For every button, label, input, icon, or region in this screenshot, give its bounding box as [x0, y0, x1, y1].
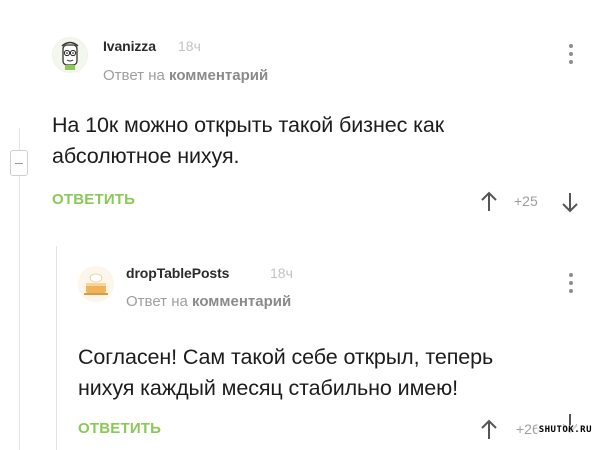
reply-thread-line	[56, 246, 57, 450]
comment-body: На 10к можно открыть такой бизнес как аб…	[52, 110, 444, 172]
avatar-cake-icon	[79, 267, 113, 301]
comment-rating: +25	[514, 193, 538, 209]
reply-button[interactable]: ОТВЕТИТЬ	[78, 420, 161, 437]
reply-prefix: Ответ на	[126, 293, 188, 310]
watermark: SHUTOK.RU	[536, 425, 594, 435]
reply-target-link[interactable]: комментарий	[192, 293, 291, 310]
comment-author[interactable]: Ivanizza	[103, 38, 156, 54]
comment-time: 18ч	[270, 265, 293, 281]
comment-author[interactable]: dropTablePosts	[126, 265, 229, 281]
comment-time: 18ч	[178, 38, 201, 54]
comment-line: На 10к можно открыть такой бизнес как	[52, 113, 445, 137]
reply-to-line: Ответ на комментарий	[103, 67, 268, 84]
reply-target-link[interactable]: комментарий	[169, 67, 268, 84]
reply-prefix: Ответ на	[103, 67, 165, 84]
more-options-icon[interactable]	[568, 44, 574, 68]
avatar-face-icon	[53, 38, 87, 72]
user-avatar[interactable]	[78, 266, 114, 302]
downvote-arrow-icon[interactable]	[560, 191, 580, 213]
collapse-thread-button[interactable]	[10, 150, 28, 176]
comment-line: абсолютное нихуя.	[52, 144, 240, 168]
reply-button[interactable]: ОТВЕТИТЬ	[52, 191, 135, 208]
more-options-icon[interactable]	[568, 273, 574, 297]
comment-line: нихуя каждый месяц стабильно имею!	[78, 376, 459, 400]
upvote-arrow-icon[interactable]	[479, 419, 499, 441]
comment-thread-line	[19, 128, 20, 450]
reply-to-line: Ответ на комментарий	[126, 293, 291, 310]
comment-line: Согласен! Сам такой себе открыл, теперь	[78, 345, 494, 369]
user-avatar[interactable]	[52, 37, 88, 73]
upvote-arrow-icon[interactable]	[479, 191, 499, 213]
comment-body: Согласен! Сам такой себе открыл, теперь …	[78, 342, 493, 404]
